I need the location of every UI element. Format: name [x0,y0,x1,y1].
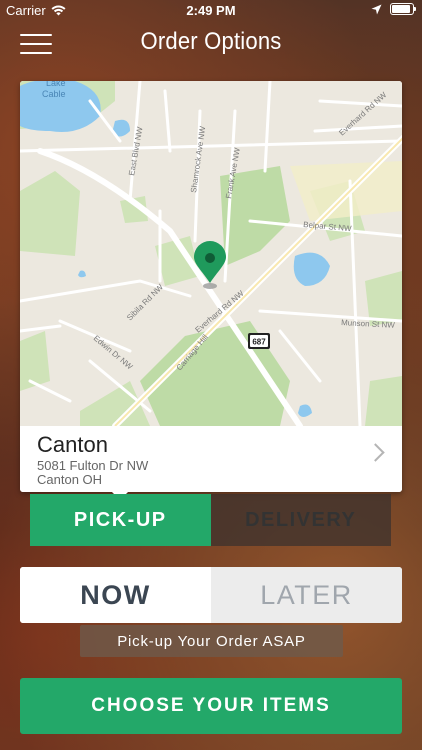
choose-items-button[interactable]: CHOOSE YOUR ITEMS [20,678,402,734]
location-arrow-icon [371,4,382,14]
map-label-lake-2: Cable [42,89,66,99]
map-label-lake-1: Lake [46,81,66,88]
timing-segmented-control: NOW LATER [20,567,402,623]
status-time: 2:49 PM [186,3,236,18]
selected-location[interactable]: Canton 5081 Fulton Dr NW Canton OH [20,426,402,492]
route-shield-label: 687 [252,338,266,347]
location-name: Canton [37,432,108,457]
battery-icon [390,3,416,15]
status-right [371,3,416,15]
map-canvas: Lake Cable East Blvd NW Shamrock Ave NW … [20,81,402,429]
order-type-segmented-control: PICK-UP DELIVERY [30,494,391,546]
location-address-line1: 5081 Fulton Dr NW [37,458,149,473]
store-map[interactable]: Lake Cable East Blvd NW Shamrock Ave NW … [20,81,402,429]
route-shield-icon: 687 [248,333,270,349]
delivery-option[interactable]: DELIVERY [210,494,391,546]
location-address-line2: Canton OH [37,472,103,487]
pickup-option[interactable]: PICK-UP [30,494,211,546]
now-option[interactable]: NOW [20,567,211,623]
chevron-right-icon [366,443,385,462]
timing-note: Pick-up Your Order ASAP [80,625,343,657]
svg-text:Lake: Lake [46,81,66,88]
navigation-bar: Order Options [0,20,422,64]
page-title: Order Options [140,28,282,55]
svg-text:Cable: Cable [42,89,66,99]
later-option[interactable]: LATER [211,567,402,623]
location-card: Lake Cable East Blvd NW Shamrock Ave NW … [20,81,402,492]
status-bar: Carrier 2:49 PM [0,0,422,20]
